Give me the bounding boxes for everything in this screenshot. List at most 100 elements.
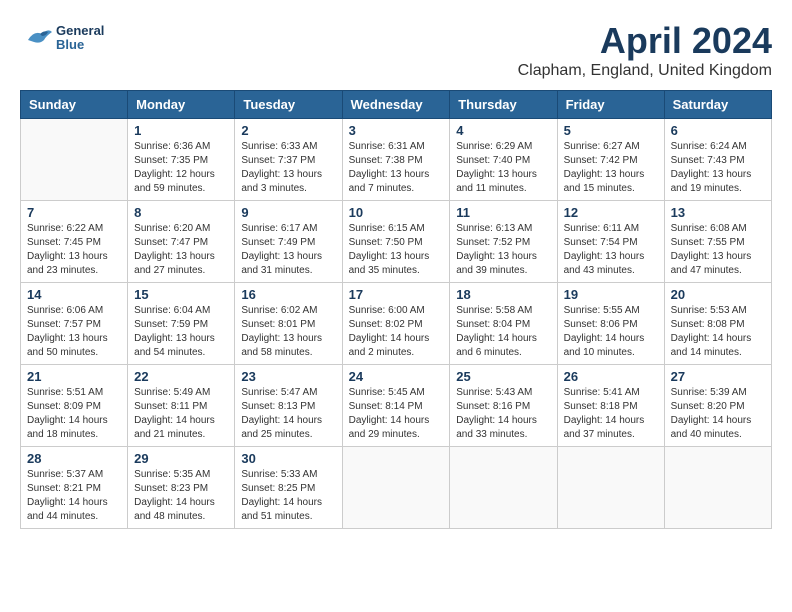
calendar-table: Sunday Monday Tuesday Wednesday Thursday… bbox=[20, 90, 772, 529]
calendar-cell: 25Sunrise: 5:43 AMSunset: 8:16 PMDayligh… bbox=[450, 365, 557, 447]
day-info: Sunrise: 6:11 AMSunset: 7:54 PMDaylight:… bbox=[564, 222, 658, 278]
calendar-cell: 12 Sunrise: 6:11 AMSunset: 7:54 PMDayligh… bbox=[557, 201, 664, 283]
calendar-week-row: 14 Sunrise: 6:06 AMSunset: 7:57 PMDayligh… bbox=[21, 283, 772, 365]
calendar-cell: 3 Sunrise: 6:31 AMSunset: 7:38 PMDaylight… bbox=[342, 119, 450, 201]
day-info: Sunrise: 6:15 AMSunset: 7:50 PMDaylight:… bbox=[349, 222, 444, 278]
day-number: 26 bbox=[564, 369, 658, 384]
day-number: 3 bbox=[349, 123, 444, 138]
calendar-cell bbox=[342, 447, 450, 529]
day-info: Sunrise: 6:22 AMSunset: 7:45 PMDaylight:… bbox=[27, 222, 121, 278]
day-info: Sunrise: 6:02 AMSunset: 8:01 PMDaylight:… bbox=[241, 304, 335, 360]
day-info: Sunrise: 5:35 AMSunset: 8:23 PMDaylight:… bbox=[134, 468, 228, 524]
day-info: Sunrise: 6:06 AMSunset: 7:57 PMDaylight:… bbox=[27, 304, 121, 360]
calendar-cell: 16Sunrise: 6:02 AMSunset: 8:01 PMDayligh… bbox=[235, 283, 342, 365]
day-number: 10 bbox=[349, 205, 444, 220]
calendar-cell: 27 Sunrise: 5:39 AMSunset: 8:20 PMDayligh… bbox=[664, 365, 771, 447]
calendar-cell: 20Sunrise: 5:53 AMSunset: 8:08 PMDayligh… bbox=[664, 283, 771, 365]
day-info: Sunrise: 6:00 AMSunset: 8:02 PMDaylight:… bbox=[349, 304, 444, 360]
day-number: 27 bbox=[671, 369, 765, 384]
calendar-cell: 9 Sunrise: 6:17 AMSunset: 7:49 PMDaylight… bbox=[235, 201, 342, 283]
day-info: Sunrise: 6:04 AMSunset: 7:59 PMDaylight:… bbox=[134, 304, 228, 360]
calendar-cell: 23 Sunrise: 5:47 AMSunset: 8:13 PMDayligh… bbox=[235, 365, 342, 447]
calendar-cell: 5Sunrise: 6:27 AMSunset: 7:42 PMDaylight… bbox=[557, 119, 664, 201]
day-info: Sunrise: 6:33 AMSunset: 7:37 PMDaylight:… bbox=[241, 140, 335, 196]
day-number: 15 bbox=[134, 287, 228, 302]
calendar-cell bbox=[664, 447, 771, 529]
calendar-cell: 4 Sunrise: 6:29 AMSunset: 7:40 PMDaylight… bbox=[450, 119, 557, 201]
day-number: 14 bbox=[27, 287, 121, 302]
logo: General Blue bbox=[20, 20, 104, 56]
day-number: 25 bbox=[456, 369, 550, 384]
calendar-cell: 17 Sunrise: 6:00 AMSunset: 8:02 PMDayligh… bbox=[342, 283, 450, 365]
header-thursday: Thursday bbox=[450, 91, 557, 119]
page-header: General Blue April 2024 Clapham, England… bbox=[20, 20, 772, 80]
day-number: 17 bbox=[349, 287, 444, 302]
day-info: Sunrise: 5:55 AMSunset: 8:06 PMDaylight:… bbox=[564, 304, 658, 360]
logo-icon bbox=[20, 20, 56, 56]
day-number: 29 bbox=[134, 451, 228, 466]
calendar-cell: 7 Sunrise: 6:22 AMSunset: 7:45 PMDaylight… bbox=[21, 201, 128, 283]
day-info: Sunrise: 6:29 AMSunset: 7:40 PMDaylight:… bbox=[456, 140, 550, 196]
calendar-cell: 29 Sunrise: 5:35 AMSunset: 8:23 PMDayligh… bbox=[128, 447, 235, 529]
calendar-cell: 24 Sunrise: 5:45 AMSunset: 8:14 PMDayligh… bbox=[342, 365, 450, 447]
logo-blue: Blue bbox=[56, 38, 104, 52]
calendar-cell: 15 Sunrise: 6:04 AMSunset: 7:59 PMDayligh… bbox=[128, 283, 235, 365]
day-number: 24 bbox=[349, 369, 444, 384]
calendar-cell: 19 Sunrise: 5:55 AMSunset: 8:06 PMDayligh… bbox=[557, 283, 664, 365]
calendar-cell: 13 Sunrise: 6:08 AMSunset: 7:55 PMDayligh… bbox=[664, 201, 771, 283]
day-info: Sunrise: 6:36 AMSunset: 7:35 PMDaylight:… bbox=[134, 140, 228, 196]
calendar-cell: 21Sunrise: 5:51 AMSunset: 8:09 PMDayligh… bbox=[21, 365, 128, 447]
day-info: Sunrise: 6:20 AMSunset: 7:47 PMDaylight:… bbox=[134, 222, 228, 278]
day-number: 1 bbox=[134, 123, 228, 138]
day-number: 19 bbox=[564, 287, 658, 302]
header-wednesday: Wednesday bbox=[342, 91, 450, 119]
day-info: Sunrise: 6:13 AMSunset: 7:52 PMDaylight:… bbox=[456, 222, 550, 278]
day-info: Sunrise: 5:49 AMSunset: 8:11 PMDaylight:… bbox=[134, 386, 228, 442]
day-number: 4 bbox=[456, 123, 550, 138]
day-info: Sunrise: 6:08 AMSunset: 7:55 PMDaylight:… bbox=[671, 222, 765, 278]
calendar-cell: 1 Sunrise: 6:36 AMSunset: 7:35 PMDaylight… bbox=[128, 119, 235, 201]
day-info: Sunrise: 5:39 AMSunset: 8:20 PMDaylight:… bbox=[671, 386, 765, 442]
calendar-cell bbox=[21, 119, 128, 201]
calendar-cell: 28 Sunrise: 5:37 AMSunset: 8:21 PMDayligh… bbox=[21, 447, 128, 529]
location: Clapham, England, United Kingdom bbox=[518, 62, 772, 80]
header-monday: Monday bbox=[128, 91, 235, 119]
day-number: 28 bbox=[27, 451, 121, 466]
day-info: Sunrise: 5:47 AMSunset: 8:13 PMDaylight:… bbox=[241, 386, 335, 442]
day-info: Sunrise: 5:33 AMSunset: 8:25 PMDaylight:… bbox=[241, 468, 335, 524]
calendar-cell: 11Sunrise: 6:13 AMSunset: 7:52 PMDayligh… bbox=[450, 201, 557, 283]
calendar-cell: 18Sunrise: 5:58 AMSunset: 8:04 PMDayligh… bbox=[450, 283, 557, 365]
logo-general: General bbox=[56, 24, 104, 38]
day-number: 23 bbox=[241, 369, 335, 384]
day-number: 9 bbox=[241, 205, 335, 220]
calendar-week-row: 1 Sunrise: 6:36 AMSunset: 7:35 PMDaylight… bbox=[21, 119, 772, 201]
calendar-cell: 14 Sunrise: 6:06 AMSunset: 7:57 PMDayligh… bbox=[21, 283, 128, 365]
calendar-cell bbox=[557, 447, 664, 529]
day-number: 8 bbox=[134, 205, 228, 220]
day-info: Sunrise: 5:58 AMSunset: 8:04 PMDaylight:… bbox=[456, 304, 550, 360]
header-saturday: Saturday bbox=[664, 91, 771, 119]
day-info: Sunrise: 6:24 AMSunset: 7:43 PMDaylight:… bbox=[671, 140, 765, 196]
day-number: 30 bbox=[241, 451, 335, 466]
day-number: 5 bbox=[564, 123, 658, 138]
day-info: Sunrise: 5:41 AMSunset: 8:18 PMDaylight:… bbox=[564, 386, 658, 442]
month-title: April 2024 bbox=[518, 20, 772, 62]
day-number: 12 bbox=[564, 205, 658, 220]
day-info: Sunrise: 5:37 AMSunset: 8:21 PMDaylight:… bbox=[27, 468, 121, 524]
calendar-week-row: 21Sunrise: 5:51 AMSunset: 8:09 PMDayligh… bbox=[21, 365, 772, 447]
day-number: 22 bbox=[134, 369, 228, 384]
calendar-week-row: 7 Sunrise: 6:22 AMSunset: 7:45 PMDaylight… bbox=[21, 201, 772, 283]
calendar-cell: 26 Sunrise: 5:41 AMSunset: 8:18 PMDayligh… bbox=[557, 365, 664, 447]
calendar-cell: 22 Sunrise: 5:49 AMSunset: 8:11 PMDayligh… bbox=[128, 365, 235, 447]
day-number: 2 bbox=[241, 123, 335, 138]
header-friday: Friday bbox=[557, 91, 664, 119]
day-info: Sunrise: 5:45 AMSunset: 8:14 PMDaylight:… bbox=[349, 386, 444, 442]
day-info: Sunrise: 6:31 AMSunset: 7:38 PMDaylight:… bbox=[349, 140, 444, 196]
day-number: 7 bbox=[27, 205, 121, 220]
calendar-cell: 10 Sunrise: 6:15 AMSunset: 7:50 PMDayligh… bbox=[342, 201, 450, 283]
title-area: April 2024 Clapham, England, United King… bbox=[518, 20, 772, 80]
day-info: Sunrise: 6:17 AMSunset: 7:49 PMDaylight:… bbox=[241, 222, 335, 278]
day-number: 13 bbox=[671, 205, 765, 220]
day-number: 20 bbox=[671, 287, 765, 302]
day-number: 21 bbox=[27, 369, 121, 384]
